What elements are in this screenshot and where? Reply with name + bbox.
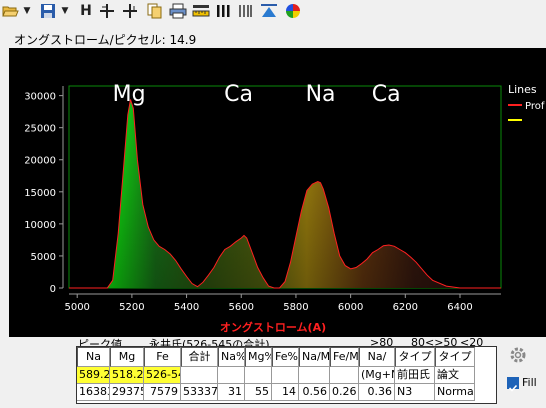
table-cell[interactable]: 0.56 (299, 384, 330, 401)
y-tick-label: 0 (50, 284, 56, 295)
copy-icon[interactable] (145, 2, 163, 19)
column-header[interactable]: タイプ (435, 347, 475, 367)
fill-label: Fill (522, 376, 537, 389)
dropdown-arrow-icon[interactable]: ▼ (60, 2, 70, 19)
legend-entry-prof: Prof (525, 101, 545, 112)
table-cell[interactable]: 31 (218, 384, 245, 401)
spectrum-area-shade (69, 99, 501, 288)
element-label-mg: Mg (113, 82, 146, 107)
x-axis-label: オングストローム(A) (220, 320, 326, 334)
table-cell[interactable] (299, 367, 330, 384)
column-header[interactable]: 合計 (181, 347, 218, 367)
color-wheel-icon[interactable] (283, 2, 303, 19)
table-cell[interactable]: 0.36 (359, 384, 395, 401)
table-cell[interactable]: 7579 (144, 384, 181, 401)
table-cell[interactable]: 53337 (181, 384, 218, 401)
table-cell[interactable]: Normal (435, 384, 475, 401)
vertical-lines-icon[interactable] (236, 2, 254, 19)
open-folder-icon[interactable] (1, 2, 21, 19)
column-header[interactable]: Na% (218, 347, 245, 367)
print-icon[interactable] (168, 2, 188, 19)
crosshair-v-icon[interactable] (121, 2, 139, 19)
table-cell[interactable]: 前田氏 (395, 367, 435, 384)
y-tick-label: 25000 (24, 124, 56, 135)
x-tick-label: 5600 (229, 302, 254, 313)
legend-title: Lines (508, 83, 537, 96)
column-header[interactable]: Fe/Mg (330, 347, 359, 367)
column-header[interactable]: Na/ (359, 347, 395, 367)
table-cell[interactable]: 29375 (110, 384, 144, 401)
table-cell[interactable] (245, 367, 272, 384)
ruler-icon[interactable] (191, 2, 211, 19)
y-tick-label: 10000 (24, 220, 56, 231)
table-cell[interactable]: 518.2 (110, 367, 144, 384)
column-header[interactable]: Mg (110, 347, 144, 367)
peak-icon[interactable] (259, 2, 279, 19)
column-header[interactable]: Mg% (245, 347, 272, 367)
h-icon[interactable]: H (78, 2, 94, 19)
table-cell[interactable]: (Mg+Na (359, 367, 395, 384)
table-cell[interactable]: 論文 (435, 367, 475, 384)
element-label-ca: Ca (372, 82, 401, 107)
x-tick-label: 6400 (447, 302, 472, 313)
x-tick-label: 5200 (119, 302, 144, 313)
x-tick-label: 5400 (174, 302, 199, 313)
table-cell[interactable] (272, 367, 299, 384)
scale-readout: オングストローム/ピクセル: 14.9 (14, 33, 197, 47)
table-cell[interactable]: 526-545 (144, 367, 181, 384)
column-header[interactable]: Na (77, 347, 110, 367)
table-cell[interactable] (330, 367, 359, 384)
column-header[interactable]: Fe% (272, 347, 299, 367)
bars-icon[interactable] (214, 2, 232, 19)
y-tick-label: 30000 (24, 92, 56, 103)
results-table[interactable]: NaMgFe合計Na%Mg%Fe%Na/MgFe/MgNa/タイプタイプ 589.… (76, 346, 497, 404)
y-tick-label: 5000 (31, 252, 56, 263)
column-header[interactable]: Na/Mg (299, 347, 330, 367)
x-tick-label: 6000 (338, 302, 363, 313)
x-tick-label: 6200 (393, 302, 418, 313)
column-header[interactable]: タイプ (395, 347, 435, 367)
table-cell[interactable]: 55 (245, 384, 272, 401)
save-icon[interactable] (38, 2, 58, 19)
table-cell[interactable]: 14 (272, 384, 299, 401)
column-header[interactable]: Fe (144, 347, 181, 367)
spectrum-chart: 5000 5200 5400 5600 5800 6000 6200 6400 0 5000 100… (24, 82, 545, 334)
crosshair-h-icon[interactable] (98, 2, 116, 19)
element-label-ca: Ca (224, 82, 253, 107)
x-tick-label: 5000 (64, 302, 89, 313)
table-cell[interactable]: 0.26 (330, 384, 359, 401)
table-cell[interactable] (181, 367, 218, 384)
x-tick-label: 5800 (283, 302, 308, 313)
toolbar: ▼ ▼ H (0, 0, 546, 22)
dropdown-arrow-icon[interactable]: ▼ (22, 2, 32, 19)
table-cell[interactable] (218, 367, 245, 384)
y-tick-label: 15000 (24, 188, 56, 199)
table-cell[interactable]: 589.2 (77, 367, 110, 384)
fill-checkbox[interactable] (507, 377, 519, 392)
element-label-na: Na (306, 82, 336, 107)
table-cell[interactable]: 16383 (77, 384, 110, 401)
y-tick-label: 20000 (24, 156, 56, 167)
table-cell[interactable]: N3 (395, 384, 435, 401)
spectrum-plot: 5000 5200 5400 5600 5800 6000 6200 6400 0 5000 100… (9, 48, 546, 337)
gear-icon[interactable] (508, 345, 528, 365)
